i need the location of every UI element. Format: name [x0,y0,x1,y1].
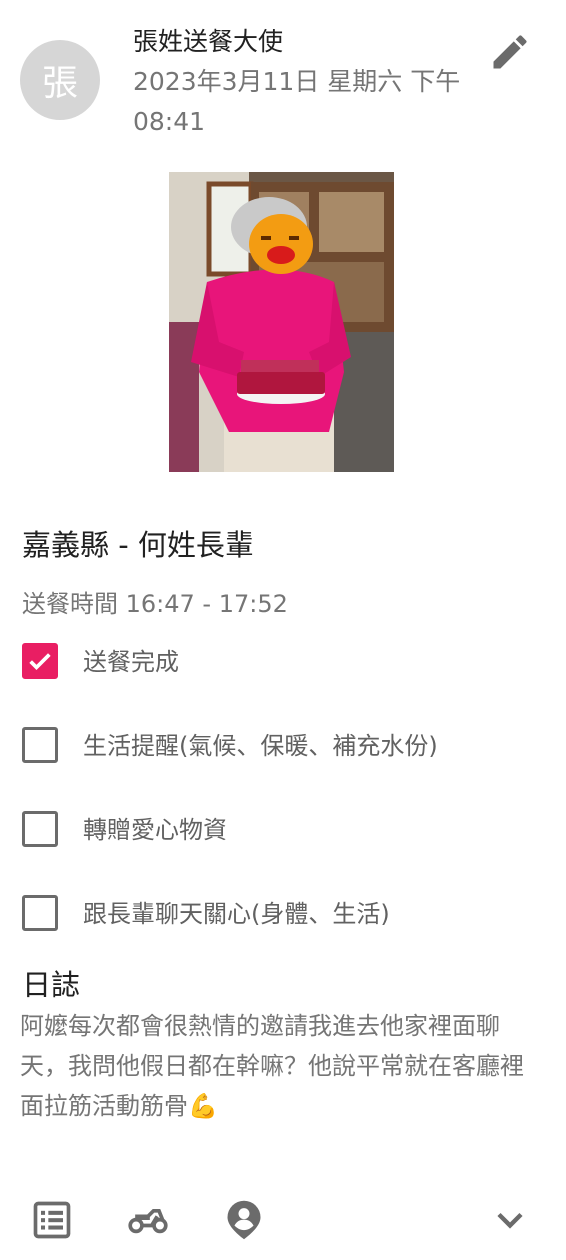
motorcycle-icon [128,1209,168,1234]
list-icon [33,1201,71,1239]
delivery-photo[interactable] [169,172,394,472]
photo-illustration [169,172,394,472]
location-button[interactable] [222,1198,266,1242]
checklist-label: 送餐完成 [83,648,179,676]
checkbox-unchecked[interactable] [22,895,58,931]
checklist: 送餐完成 生活提醒(氣候、保暖、補充水份) 轉贈愛心物資 跟長輩聊天關心(身體、… [22,643,552,979]
checklist-item-delivery-complete[interactable]: 送餐完成 [22,643,552,727]
checkbox-unchecked[interactable] [22,811,58,847]
post-datetime: 2023年3月11日 星期六 下午08:41 [133,67,461,136]
chevron-down-icon [497,1212,523,1229]
avatar: 張 [20,40,100,120]
checklist-label: 轉贈愛心物資 [83,816,227,844]
checklist-item-donated-supplies[interactable]: 轉贈愛心物資 [22,811,552,895]
delivery-time: 送餐時間 16:47 - 17:52 [22,590,288,618]
checklist-label: 跟長輩聊天關心(身體、生活) [83,900,390,928]
list-button[interactable] [30,1198,74,1242]
pencil-icon [493,35,527,69]
recipient-title: 嘉義縣 - 何姓長輩 [22,528,254,562]
delivery-button[interactable] [126,1198,170,1242]
check-icon [29,653,51,671]
expand-button[interactable] [488,1198,532,1242]
checkbox-unchecked[interactable] [22,727,58,763]
journal-body: 阿嬤每次都會很熱情的邀請我進去他家裡面聊天，我問他假日都在幹嘛？他說平常就在客廳… [20,1012,524,1120]
checklist-item-chat-care[interactable]: 跟長輩聊天關心(身體、生活) [22,895,552,979]
checkbox-checked[interactable] [22,643,58,679]
journal-title: 日誌 [22,968,81,1002]
author-name: 張姓送餐大使 [133,27,284,56]
bottom-action-bar [0,1190,566,1250]
checklist-item-life-reminder[interactable]: 生活提醒(氣候、保暖、補充水份) [22,727,552,811]
checklist-label: 生活提醒(氣候、保暖、補充水份) [83,732,438,760]
location-person-icon [227,1200,261,1240]
edit-button[interactable] [488,30,532,74]
avatar-initial: 張 [41,63,78,104]
